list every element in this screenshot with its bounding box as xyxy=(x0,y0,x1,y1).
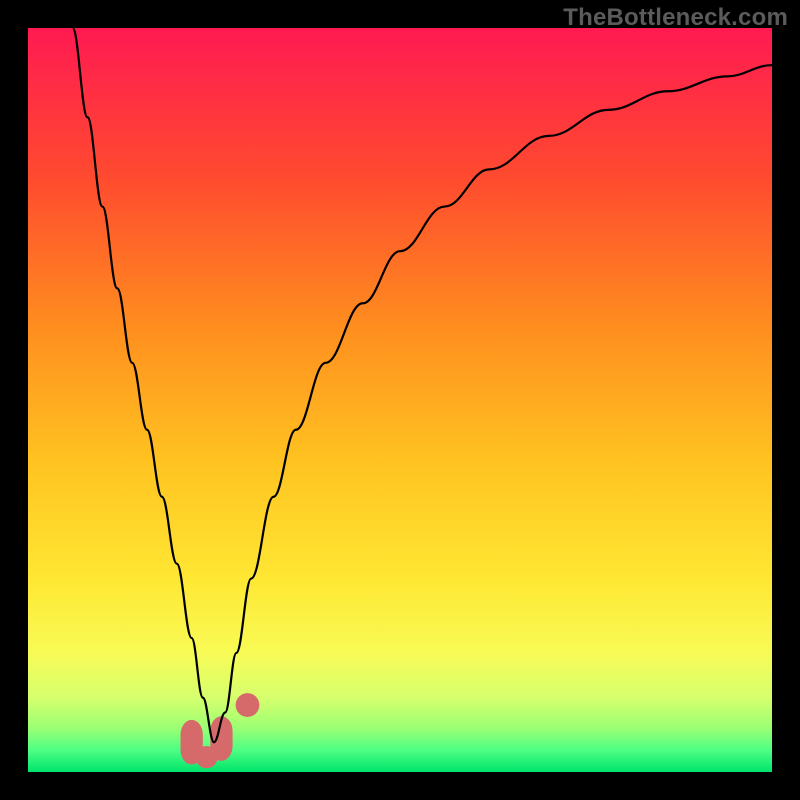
chart-svg xyxy=(28,28,772,772)
watermark-text: TheBottleneck.com xyxy=(563,4,788,32)
outer-frame: TheBottleneck.com xyxy=(0,0,800,800)
marker-right-dot xyxy=(236,693,260,717)
plot-area xyxy=(28,28,772,772)
